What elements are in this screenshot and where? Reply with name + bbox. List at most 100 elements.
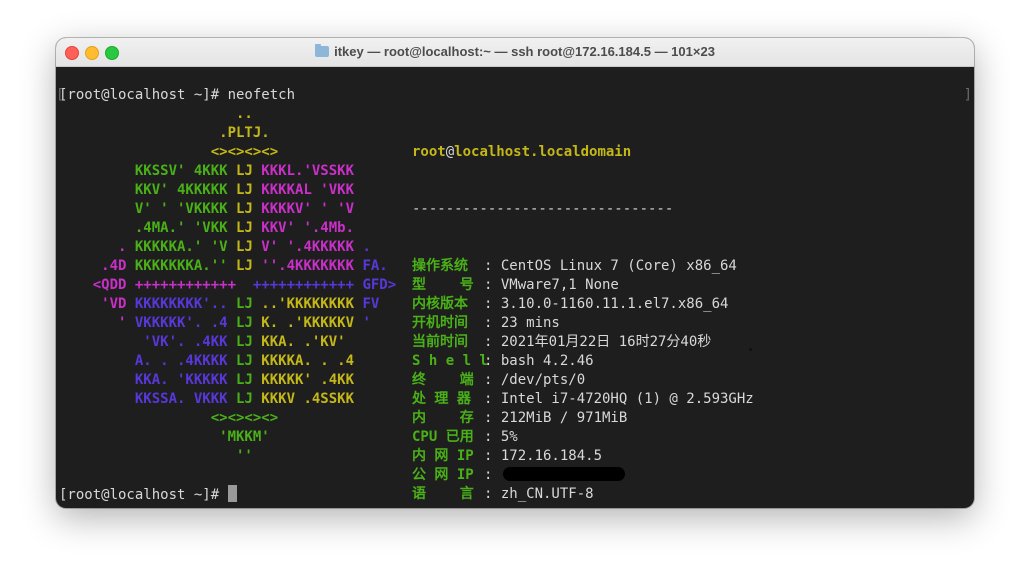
- info-key: 开机时间: [412, 315, 468, 331]
- folder-icon: [315, 44, 330, 57]
- logo-segment: LJ: [236, 258, 253, 274]
- logo-segment: V' '.4KKKKK: [252, 239, 363, 255]
- logo-segment: KKKKA. . .4: [252, 353, 355, 369]
- at-sign: @: [445, 144, 455, 160]
- logo-row: 'MKKM': [59, 428, 396, 447]
- info-row: 处 理 器: Intel i7-4720HQ (1) @ 2.593GHz: [412, 390, 754, 409]
- logo-row: 'VD KKKKKKKK'.. LJ ..'KKKKKKKK FV: [59, 295, 396, 314]
- logo-row: V' ' 'VKKKK LJ KKKKV' ' 'V: [59, 200, 396, 219]
- window-title: itkey — root@localhost:~ — ssh root@172.…: [56, 44, 974, 59]
- info-key: 处 理 器: [412, 391, 471, 407]
- logo-segment: LJ: [236, 372, 253, 388]
- info-row: 当前时间: 2021年01月22日 16时27分40秒: [412, 333, 754, 352]
- info-key: 型 号: [412, 277, 474, 293]
- logo-segment: KKKKKA.' 'V: [134, 239, 237, 255]
- logo-row: A. . .4KKKK LJ KKKKA. . .4: [59, 352, 396, 371]
- info-row: 操作系统: CentOS Linux 7 (Core) x86_64: [412, 257, 754, 276]
- logo-row: KKA. 'KKKKK LJ KKKKK' .4KK: [59, 371, 396, 390]
- info-value: /dev/pts/0: [500, 372, 586, 388]
- info-key: 当前时间: [412, 334, 468, 350]
- command-line-prompt[interactable]: [root@localhost ~]#: [59, 485, 237, 505]
- logo-segment: KKA. .'KV': [252, 334, 346, 350]
- logo-segment: ': [59, 315, 135, 331]
- logo-row: ..: [59, 105, 396, 124]
- info-row: CPU 已用: 5%: [412, 428, 754, 447]
- text-cursor: [227, 485, 237, 502]
- logo-segment: KKSSA. VKKK: [59, 391, 237, 407]
- logo-segment: ++++++++++++: [134, 277, 253, 293]
- info-row: 开机时间: 23 mins: [412, 314, 754, 333]
- info-value: CentOS Linux 7 (Core) x86_64: [500, 258, 737, 274]
- logo-row: ' VKKKKK'. .4 LJ K. .'KKKKKV ': [59, 314, 396, 333]
- info-colon: :: [484, 315, 501, 331]
- info-colon: :: [484, 372, 501, 388]
- terminal-content[interactable]: [ ] [root@localhost ~]# neofetch .. .PLT…: [56, 67, 974, 508]
- info-row: S h e l l: bash 4.2.46: [412, 352, 754, 371]
- info-value: 212MiB / 971MiB: [500, 410, 628, 426]
- info-key: 终 端: [412, 372, 474, 388]
- logo-segment: <><><><>: [59, 144, 279, 160]
- info-colon: :: [484, 277, 501, 293]
- logo-row: . KKKKKA.' 'V LJ V' '.4KKKKK .: [59, 238, 396, 257]
- logo-segment: LJ: [236, 334, 253, 350]
- info-value: zh_CN.UTF-8: [500, 486, 594, 502]
- logo-segment: KKKKK' .4KK: [252, 372, 355, 388]
- logo-segment: KKV' '.4Mb.: [252, 220, 355, 236]
- info-colon: :: [484, 258, 501, 274]
- info-key: S h e l l: [412, 353, 488, 369]
- logo-row: <><><><>: [59, 409, 396, 428]
- info-colon: :: [484, 429, 501, 445]
- logo-segment: KKKKKKKA.'': [134, 258, 237, 274]
- info-row: 公 网 IP:: [412, 466, 754, 485]
- info-value: Intel i7-4720HQ (1) @ 2.593GHz: [500, 391, 754, 407]
- user-name: root: [412, 144, 446, 160]
- logo-segment: KKKKAL 'VKK: [252, 182, 355, 198]
- system-info: root@localhost.localdomain -------------…: [412, 105, 754, 508]
- info-key: 内 存: [412, 410, 474, 426]
- logo-segment: FA.: [362, 258, 388, 274]
- info-value: 2021年01月22日 16时27分40秒: [500, 334, 712, 350]
- logo-segment: GFD>: [362, 277, 397, 293]
- logo-segment: LJ: [236, 201, 253, 217]
- info-key: 内核版本: [412, 296, 468, 312]
- title-bar[interactable]: itkey — root@localhost:~ — ssh root@172.…: [56, 38, 974, 67]
- logo-row: <><><><>: [59, 143, 396, 162]
- logo-segment: LJ: [236, 163, 253, 179]
- logo-segment: 'VK'. .4KK: [59, 334, 237, 350]
- logo-segment: .4MA.' 'VKK: [59, 220, 237, 236]
- logo-segment: KKKKKKKK'..: [134, 296, 237, 312]
- logo-row: '': [59, 447, 396, 466]
- logo-segment: ++++++++++++: [252, 277, 363, 293]
- redacted-public-ip: [502, 467, 625, 481]
- info-colon: :: [484, 467, 501, 483]
- info-colon: :: [484, 353, 501, 369]
- logo-segment: LJ: [236, 353, 253, 369]
- logo-segment: KKV' 4KKKKK: [59, 182, 237, 198]
- terminal-window: itkey — root@localhost:~ — ssh root@172.…: [56, 38, 974, 508]
- logo-segment: <><><><>: [59, 410, 279, 426]
- logo-segment: KKKKV' ' 'V: [252, 201, 355, 217]
- info-row: 内核版本: 3.10.0-1160.11.1.el7.x86_64: [412, 295, 754, 314]
- info-row: 内 存: 212MiB / 971MiB: [412, 409, 754, 428]
- logo-segment: 'MKKM': [59, 429, 270, 445]
- logo-segment: '': [59, 448, 253, 464]
- stray-dot: [749, 348, 752, 351]
- logo-segment: LJ: [236, 296, 253, 312]
- logo-segment: .: [59, 239, 135, 255]
- logo-segment: FV: [362, 296, 380, 312]
- right-bracket-mark: ]: [963, 87, 972, 103]
- logo-segment: KKKV .4SSKK: [252, 391, 355, 407]
- info-row: 内 网 IP: 172.16.184.5: [412, 447, 754, 466]
- logo-segment: KKSSV' 4KKK: [59, 163, 237, 179]
- info-key: CPU 已用: [412, 429, 474, 445]
- logo-segment: ..: [59, 106, 253, 122]
- logo-segment: .PLTJ.: [59, 125, 270, 141]
- logo-segment: VKKKKK'. .4: [134, 315, 237, 331]
- logo-segment: LJ: [236, 239, 253, 255]
- host-name: localhost.localdomain: [454, 144, 632, 160]
- logo-row: .4MA.' 'VKK LJ KKV' '.4Mb.: [59, 219, 396, 238]
- info-value: bash 4.2.46: [500, 353, 594, 369]
- logo-segment: KKKL.'VSSKK: [252, 163, 355, 179]
- info-key: 操作系统: [412, 258, 468, 274]
- info-row: 型 号: VMware7,1 None: [412, 276, 754, 295]
